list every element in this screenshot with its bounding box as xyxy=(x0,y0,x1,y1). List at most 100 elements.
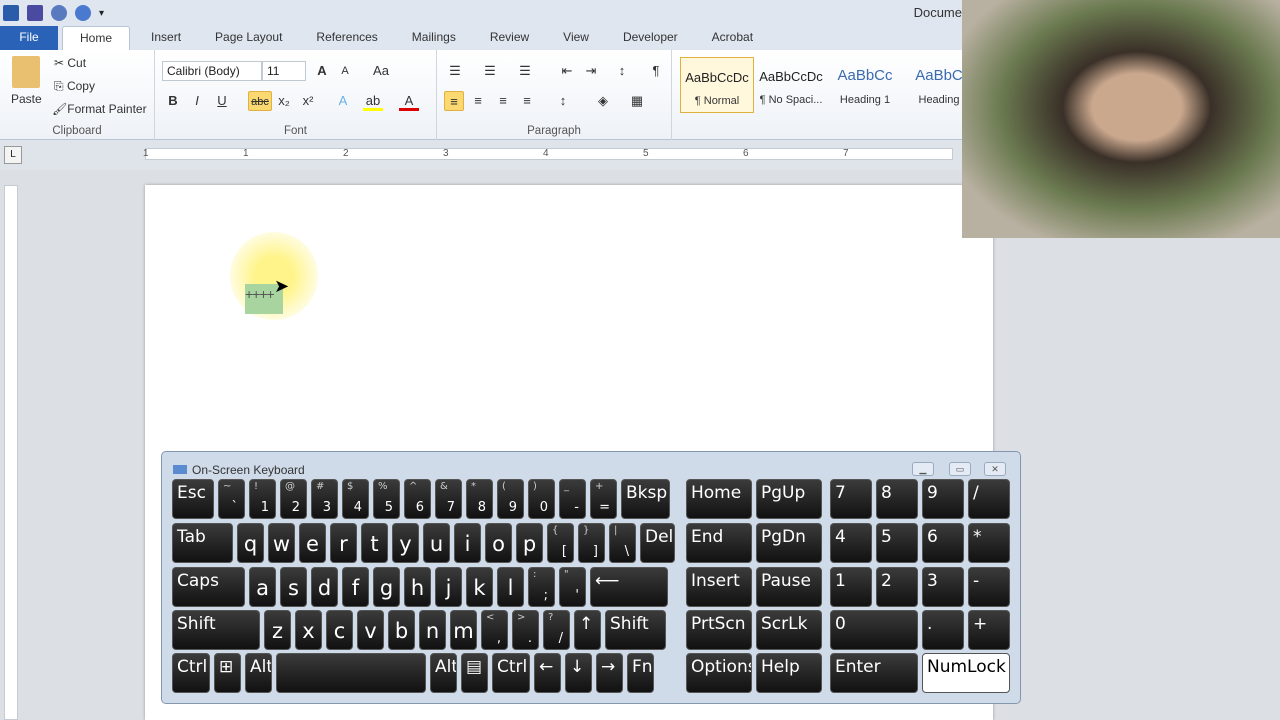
key-0[interactable]: ) 0 xyxy=(528,479,555,519)
key-bksp[interactable]: Bksp xyxy=(621,479,670,519)
tab-references[interactable]: References xyxy=(299,26,394,50)
tab-file[interactable]: File xyxy=(0,26,58,50)
key-b[interactable]: b xyxy=(388,610,415,650)
subscript-button[interactable]: x₂ xyxy=(274,91,294,111)
font-color-icon[interactable]: A xyxy=(399,91,419,111)
key-alt[interactable]: Alt xyxy=(245,653,272,693)
change-case-button[interactable]: Aa xyxy=(367,61,395,81)
key-+[interactable]: + xyxy=(968,610,1010,650)
bullets-icon[interactable]: ☰ xyxy=(445,61,465,81)
key-options[interactable]: Options xyxy=(686,653,752,693)
key-2[interactable]: 2 xyxy=(876,567,918,607)
key-5[interactable]: 5 xyxy=(876,523,918,563)
key-h[interactable]: h xyxy=(404,567,431,607)
key-m[interactable]: m xyxy=(450,610,477,650)
key-insert[interactable]: Insert xyxy=(686,567,752,607)
maximize-button[interactable]: ▭ xyxy=(949,462,971,476)
style-0[interactable]: AaBbCcDc ¶ Normal xyxy=(680,57,754,113)
key-6[interactable]: ^ 6 xyxy=(404,479,431,519)
key-4[interactable]: $4 xyxy=(342,479,369,519)
key-shift[interactable]: Shift xyxy=(605,610,666,650)
key-9[interactable]: (9 xyxy=(497,479,524,519)
style-2[interactable]: AaBbCc Heading 1 xyxy=(828,57,902,113)
align-left-icon[interactable]: ≡ xyxy=(444,91,464,111)
key-numlock[interactable]: NumLock xyxy=(922,653,1010,693)
line-spacing-icon[interactable]: ↕ xyxy=(553,91,573,111)
key-1[interactable]: 1 xyxy=(830,567,872,607)
key-shift[interactable]: Shift xyxy=(172,610,260,650)
cut-button[interactable]: ✂ Cut xyxy=(54,56,86,70)
key-esc[interactable]: Esc xyxy=(172,479,214,519)
key-o[interactable]: o xyxy=(485,523,512,563)
key-⟵[interactable]: ⟵ xyxy=(590,567,668,607)
superscript-button[interactable]: x² xyxy=(298,91,318,111)
undo-icon[interactable] xyxy=(51,5,67,21)
key-'[interactable]: " ' xyxy=(559,567,586,607)
key-→[interactable]: → xyxy=(596,653,623,693)
key-0[interactable]: 0 xyxy=(830,610,918,650)
tab-page-layout[interactable]: Page Layout xyxy=(198,26,299,50)
key-pause[interactable]: Pause xyxy=(756,567,822,607)
paste-icon[interactable] xyxy=(12,56,40,88)
horizontal-ruler[interactable]: 1 1 2 3 4 5 6 7 xyxy=(143,148,953,160)
underline-button[interactable]: U xyxy=(212,91,232,111)
show-formatting-button[interactable]: ¶ xyxy=(646,61,666,81)
shrink-font-button[interactable]: A xyxy=(335,61,355,81)
key-5[interactable]: % 5 xyxy=(373,479,400,519)
key-t[interactable]: t xyxy=(361,523,388,563)
key-space[interactable] xyxy=(276,653,426,693)
key-home[interactable]: Home xyxy=(686,479,752,519)
font-name-select[interactable]: Calibri (Body) xyxy=(162,61,262,81)
format-painter-button[interactable]: 🖌Format Painter xyxy=(52,102,147,116)
key-.[interactable]: >. xyxy=(512,610,539,650)
key-=[interactable]: + = xyxy=(590,479,617,519)
key-⊞[interactable]: ⊞ xyxy=(214,653,241,693)
key-pgup[interactable]: PgUp xyxy=(756,479,822,519)
key-1[interactable]: ! 1 xyxy=(249,479,276,519)
save-icon[interactable] xyxy=(27,5,43,21)
text-effects-icon[interactable]: A xyxy=(333,91,353,111)
key-ctrl[interactable]: Ctrl xyxy=(172,653,210,693)
key-8[interactable]: * 8 xyxy=(466,479,493,519)
key-end[interactable]: End xyxy=(686,523,752,563)
key-8[interactable]: 8 xyxy=(876,479,918,519)
decrease-indent-icon[interactable]: ⇤ xyxy=(557,61,577,81)
close-button[interactable]: ✕ xyxy=(984,462,1006,476)
key-7[interactable]: & 7 xyxy=(435,479,462,519)
key-3[interactable]: #3 xyxy=(311,479,338,519)
key-ctrl[interactable]: Ctrl xyxy=(492,653,530,693)
shading-icon[interactable]: ◈ xyxy=(593,91,613,111)
key-a[interactable]: a xyxy=(249,567,276,607)
align-center-icon[interactable]: ≡ xyxy=(468,91,488,111)
justify-icon[interactable]: ≡ xyxy=(517,91,537,111)
key-j[interactable]: j xyxy=(435,567,462,607)
key--[interactable]: - xyxy=(968,567,1010,607)
tab-selector-button[interactable]: L xyxy=(4,146,22,164)
key-[[interactable]: {[ xyxy=(547,523,574,563)
key-3[interactable]: 3 xyxy=(922,567,964,607)
sort-icon[interactable]: ↕ xyxy=(612,61,632,81)
key-f[interactable]: f xyxy=(342,567,369,607)
key-*[interactable]: * xyxy=(968,523,1010,563)
numbering-icon[interactable]: ☰ xyxy=(480,61,500,81)
copy-button[interactable]: ⎘ Copy xyxy=(54,79,95,94)
highlight-icon[interactable]: ab xyxy=(363,91,383,111)
key-q[interactable]: q xyxy=(237,523,264,563)
key-prtscn[interactable]: PrtScn xyxy=(686,610,752,650)
key-s[interactable]: s xyxy=(280,567,307,607)
key-v[interactable]: v xyxy=(357,610,384,650)
minimize-button[interactable]: ▁ xyxy=(912,462,934,476)
key-scrlk[interactable]: ScrLk xyxy=(756,610,822,650)
key-k[interactable]: k xyxy=(466,567,493,607)
key--[interactable]: _ - xyxy=(559,479,586,519)
key-p[interactable]: p xyxy=(516,523,543,563)
key-,[interactable]: <, xyxy=(481,610,508,650)
font-size-select[interactable]: 11 xyxy=(262,61,306,81)
key-↓[interactable]: ↓ xyxy=(565,653,592,693)
key-x[interactable]: x xyxy=(295,610,322,650)
key-l[interactable]: l xyxy=(497,567,524,607)
key-n[interactable]: n xyxy=(419,610,446,650)
key-←[interactable]: ← xyxy=(534,653,561,693)
style-1[interactable]: AaBbCcDc ¶ No Spaci... xyxy=(754,57,828,113)
key-del[interactable]: Del xyxy=(640,523,675,563)
